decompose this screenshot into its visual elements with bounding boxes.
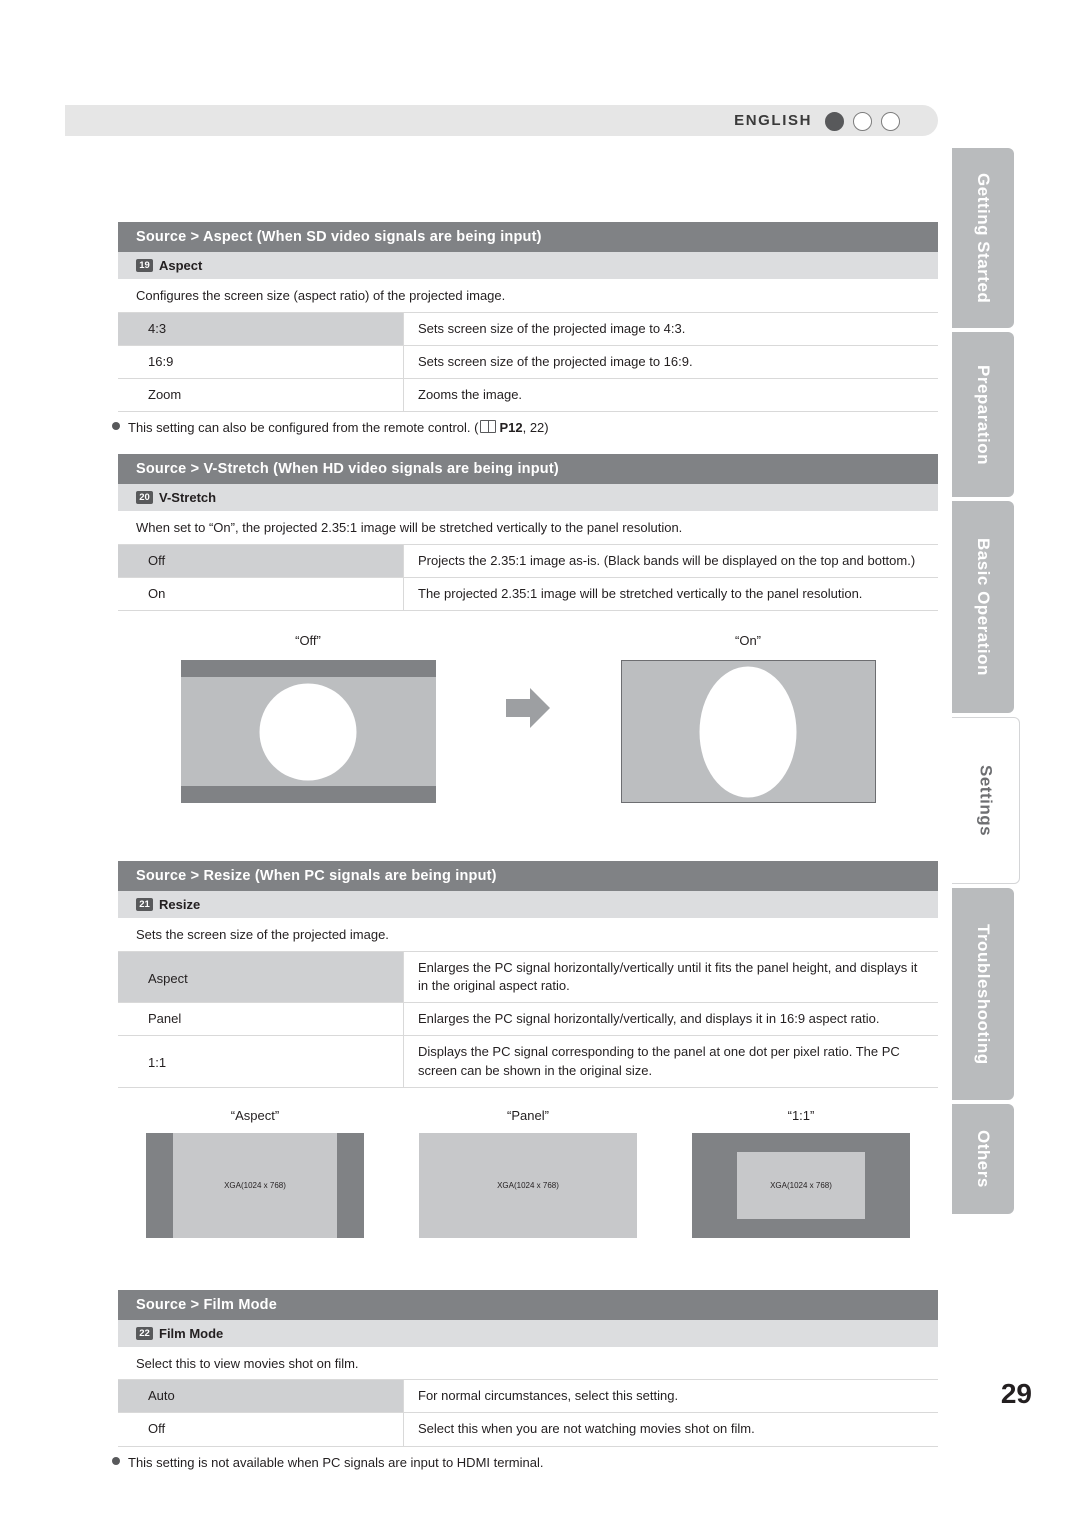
subhead-label: Aspect: [159, 258, 203, 273]
note-text-post: , 22): [522, 420, 549, 436]
option-value: Sets screen size of the projected image …: [403, 345, 938, 379]
figure-caption-panel: “Panel”: [507, 1107, 549, 1123]
arrow-right-icon: [506, 688, 550, 729]
table-row: 16:9 Sets screen size of the projected i…: [118, 345, 938, 379]
manual-reference-icon: [480, 420, 497, 434]
description-aspect: Configures the screen size (aspect ratio…: [118, 280, 938, 313]
side-tab-getting-started[interactable]: Getting Started: [952, 148, 1014, 328]
subhead-film-mode: 22 Film Mode: [118, 1319, 938, 1348]
note-film-mode: This setting is not available when PC si…: [112, 1447, 938, 1472]
side-tab-preparation[interactable]: Preparation: [952, 332, 1014, 497]
figure-oval: [259, 683, 357, 781]
options-table-aspect: 4:3 Sets screen size of the projected im…: [118, 312, 938, 413]
note-aspect: This setting can also be configured from…: [112, 412, 938, 437]
item-number-badge: 22: [136, 1326, 153, 1340]
subhead-label: Film Mode: [159, 1325, 224, 1341]
side-tab-label: Preparation: [974, 364, 993, 465]
figure-screen-on: [620, 660, 876, 804]
option-key: 1:1: [118, 1035, 404, 1088]
option-key: Off: [118, 1412, 404, 1447]
figure-screen-off: [180, 660, 436, 804]
subhead-resize: 21 Resize: [118, 891, 938, 920]
option-value: For normal circumstances, select this se…: [403, 1380, 938, 1414]
figure-caption-on: “On”: [735, 633, 761, 649]
bullet-icon: [112, 422, 120, 431]
figure-label: XGA(1024 x 768): [770, 1180, 832, 1190]
option-value: The projected 2.35:1 image will be stret…: [403, 577, 938, 612]
option-value: Sets screen size of the projected image …: [403, 312, 938, 346]
note-page-ref: P12: [499, 420, 523, 436]
figure-resize-group: “Aspect” XGA(1024 x 768) “Panel” XGA(102…: [118, 1108, 938, 1238]
figure-label: XGA(1024 x 768): [224, 1180, 286, 1190]
table-row: Panel Enlarges the PC signal horizontall…: [118, 1002, 938, 1037]
side-tab-settings[interactable]: Settings: [952, 717, 1020, 884]
section-title-resize: Source > Resize (When PC signals are bei…: [118, 861, 938, 892]
subhead-vstretch: 20 V-Stretch: [118, 484, 938, 513]
bullet-icon: [112, 1456, 120, 1465]
side-tab-troubleshooting[interactable]: Troubleshooting: [952, 888, 1014, 1100]
section-title-vstretch: Source > V-Stretch (When HD video signal…: [118, 454, 938, 485]
option-key: Zoom: [118, 378, 404, 413]
table-row: On The projected 2.35:1 image will be st…: [118, 577, 938, 612]
figure-caption-off: “Off”: [295, 633, 321, 649]
side-tab-others[interactable]: Others: [952, 1104, 1014, 1214]
option-key: Auto: [118, 1380, 404, 1414]
side-tab-strip: Getting Started Preparation Basic Operat…: [952, 148, 1020, 1218]
option-key: Aspect: [118, 951, 404, 1004]
description-film-mode: Select this to view movies shot on film.: [118, 1348, 938, 1381]
option-value: Projects the 2.35:1 image as-is. (Black …: [403, 544, 938, 579]
option-value: Displays the PC signal corresponding to …: [403, 1035, 938, 1088]
options-table-resize: Aspect Enlarges the PC signal horizontal…: [118, 951, 938, 1088]
option-key: Panel: [118, 1002, 404, 1037]
table-row: Aspect Enlarges the PC signal horizontal…: [118, 951, 938, 1004]
side-tab-label: Basic Operation: [974, 538, 993, 676]
section-title-aspect: Source > Aspect (When SD video signals a…: [118, 222, 938, 252]
option-value: Zooms the image.: [403, 378, 938, 413]
figure-pc-aspect: XGA(1024 x 768): [146, 1132, 364, 1238]
option-key: Off: [118, 544, 404, 579]
item-number-badge: 19: [136, 259, 153, 272]
side-tab-label: Others: [974, 1130, 993, 1188]
figure-pc-one-to-one: XGA(1024 x 768): [692, 1132, 910, 1238]
page-number: 29: [1000, 1378, 1032, 1409]
option-key: On: [118, 577, 404, 612]
figure-pc-panel: XGA(1024 x 768): [419, 1132, 637, 1238]
note-text-pre: This setting can also be configured from…: [128, 420, 479, 436]
subhead-aspect: 19 Aspect: [118, 252, 938, 280]
figure-caption-aspect: “Aspect”: [230, 1107, 280, 1123]
option-key: 4:3: [118, 312, 404, 346]
note-text: This setting is not available when PC si…: [128, 1454, 544, 1470]
side-tab-label: Settings: [976, 764, 996, 837]
table-row: Off Projects the 2.35:1 image as-is. (Bl…: [118, 544, 938, 579]
figure-caption-one-to-one: “1:1”: [787, 1107, 815, 1123]
side-tab-basic-operation[interactable]: Basic Operation: [952, 501, 1014, 713]
figure-vstretch: “Off” “On”: [118, 633, 938, 804]
section-title-film-mode: Source > Film Mode: [118, 1289, 938, 1320]
option-value: Enlarges the PC signal horizontally/vert…: [403, 1002, 938, 1037]
table-row: Auto For normal circumstances, select th…: [118, 1380, 938, 1414]
table-row: 1:1 Displays the PC signal corresponding…: [118, 1035, 938, 1088]
table-row: Zoom Zooms the image.: [118, 378, 938, 413]
description-resize: Sets the screen size of the projected im…: [118, 919, 938, 952]
options-table-vstretch: Off Projects the 2.35:1 image as-is. (Bl…: [118, 544, 938, 612]
figure-label: XGA(1024 x 768): [497, 1180, 559, 1190]
options-table-film-mode: Auto For normal circumstances, select th…: [118, 1380, 938, 1447]
side-tab-label: Getting Started: [974, 172, 993, 304]
page-content: Source > Aspect (When SD video signals a…: [112, 0, 938, 1472]
option-value: Select this when you are not watching mo…: [403, 1412, 938, 1447]
item-number-badge: 21: [136, 898, 153, 912]
subhead-label: V-Stretch: [159, 490, 217, 506]
table-row: 4:3 Sets screen size of the projected im…: [118, 312, 938, 346]
table-row: Off Select this when you are not watchin…: [118, 1412, 938, 1447]
subhead-label: Resize: [159, 897, 201, 913]
option-value: Enlarges the PC signal horizontally/vert…: [403, 951, 938, 1004]
option-key: 16:9: [118, 345, 404, 379]
description-vstretch: When set to “On”, the projected 2.35:1 i…: [118, 512, 938, 545]
figure-oval: [699, 666, 797, 798]
side-tab-label: Troubleshooting: [974, 923, 993, 1065]
item-number-badge: 20: [136, 491, 153, 505]
